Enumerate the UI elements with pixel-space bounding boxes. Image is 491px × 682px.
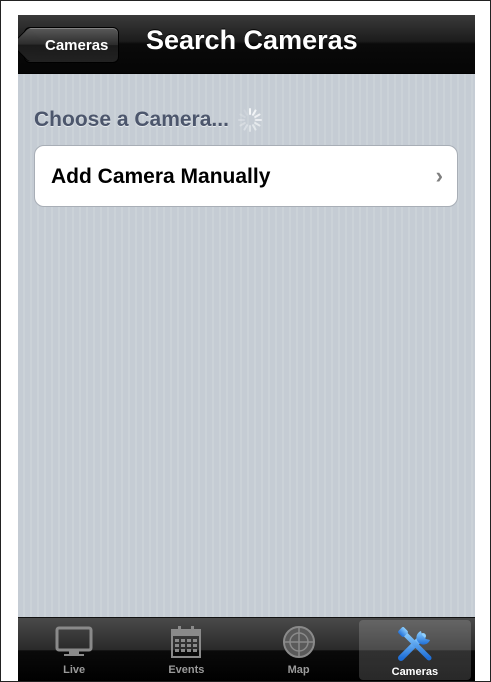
back-button-label: Cameras <box>45 36 109 54</box>
tab-label: Live <box>63 664 86 676</box>
tab-label: Cameras <box>391 666 439 678</box>
tab-label: Events <box>168 664 205 676</box>
section-header-label: Choose a Camera... <box>34 108 229 131</box>
radar-icon <box>275 622 323 662</box>
tab-label: Map <box>287 664 310 676</box>
navigation-bar: Cameras Search Cameras <box>18 15 475 74</box>
tab-cameras[interactable]: Cameras <box>358 620 471 680</box>
section-header: Choose a Camera... <box>34 107 263 133</box>
tab-map[interactable]: Map <box>243 618 355 681</box>
tv-icon <box>50 622 98 662</box>
tab-events[interactable]: Events <box>130 618 242 681</box>
tools-icon <box>391 624 439 664</box>
calendar-icon <box>162 622 210 662</box>
app-screen: Cameras Search Cameras Choose a Camera..… <box>18 15 475 681</box>
tab-live[interactable]: Live <box>18 618 130 681</box>
page-title: Search Cameras <box>146 25 358 55</box>
tab-bar: Live Events Map Cameras <box>18 617 475 681</box>
add-camera-manually-cell[interactable]: Add Camera Manually › <box>34 145 458 207</box>
back-button[interactable]: Cameras <box>24 27 120 63</box>
device-frame: Cameras Search Cameras Choose a Camera..… <box>0 0 491 682</box>
cell-label: Add Camera Manually <box>51 165 271 188</box>
loading-spinner-icon <box>237 107 263 133</box>
chevron-right-icon: › <box>435 163 443 188</box>
